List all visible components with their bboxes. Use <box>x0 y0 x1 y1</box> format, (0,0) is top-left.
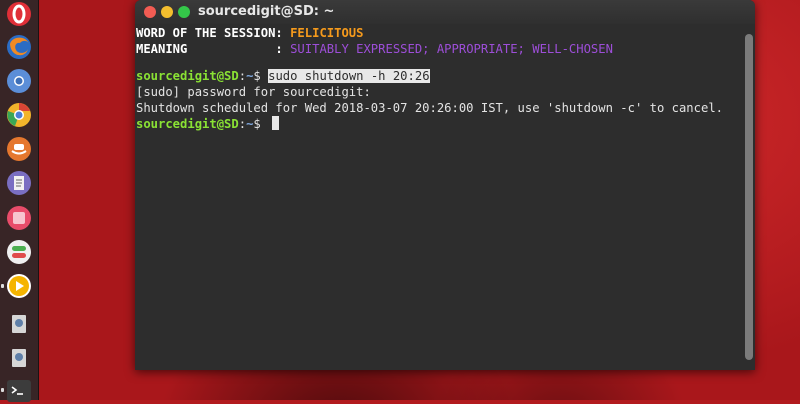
chrome-icon[interactable] <box>5 101 33 129</box>
launcher <box>0 0 39 402</box>
maximize-button[interactable] <box>178 6 190 18</box>
window-title: sourcedigit@SD: ~ <box>198 4 335 19</box>
prompt-user: sourcedigit@SD <box>136 69 239 83</box>
sudo-line: [sudo] password for sourcedigit: <box>136 85 371 99</box>
prompt-line: sourcedigit@SD:~$ <box>136 116 280 132</box>
running-indicator <box>1 388 4 392</box>
app-icon[interactable] <box>5 204 33 232</box>
meaning-label: MEANING : <box>136 42 291 56</box>
media-player-icon[interactable] <box>1 272 33 300</box>
word-line: WORD OF THE SESSION: FELICITOUS <box>136 25 363 41</box>
command-line: sourcedigit@SD:~$ sudo shutdown -h 20:26 <box>136 68 430 84</box>
amazon-icon[interactable] <box>5 135 33 163</box>
prompt-separator: : <box>238 69 247 83</box>
text-editor-icon[interactable] <box>5 169 33 197</box>
meaning-value: SUITABLY EXPRESSED; APPROPRIATE; WELL-CH… <box>290 42 613 56</box>
scrollbar-thumb[interactable] <box>745 34 753 360</box>
disk-icon[interactable] <box>5 344 33 372</box>
disk-icon[interactable] <box>5 310 33 338</box>
prompt-user: sourcedigit@SD <box>136 117 239 131</box>
command-text[interactable]: sudo shutdown -h 20:26 <box>268 69 430 83</box>
terminal-window[interactable]: sourcedigit@SD: ~ WORD OF THE SESSION: F… <box>135 0 755 370</box>
prompt-symbol: $ <box>253 69 269 83</box>
prompt-symbol: $ <box>253 117 269 131</box>
minimize-button[interactable] <box>161 6 173 18</box>
shutdown-line: Shutdown scheduled for Wed 2018-03-07 20… <box>136 101 723 115</box>
prompt-separator: : <box>238 117 247 131</box>
window-titlebar[interactable]: sourcedigit@SD: ~ <box>135 0 755 24</box>
settings-toggle-icon[interactable] <box>5 238 33 266</box>
terminal-output[interactable]: WORD OF THE SESSION: FELICITOUS MEANING … <box>136 24 738 370</box>
word-value: FELICITOUS <box>290 26 364 40</box>
word-label: WORD OF THE SESSION: <box>136 26 291 40</box>
close-button[interactable] <box>144 6 156 18</box>
firefox-icon[interactable] <box>5 33 33 61</box>
chromium-icon[interactable] <box>5 67 33 95</box>
running-indicator <box>1 284 4 288</box>
meaning-line: MEANING : SUITABLY EXPRESSED; APPROPRIAT… <box>136 41 613 57</box>
scrollbar[interactable] <box>743 34 755 360</box>
opera-icon[interactable] <box>5 0 33 28</box>
text-cursor <box>272 116 280 130</box>
